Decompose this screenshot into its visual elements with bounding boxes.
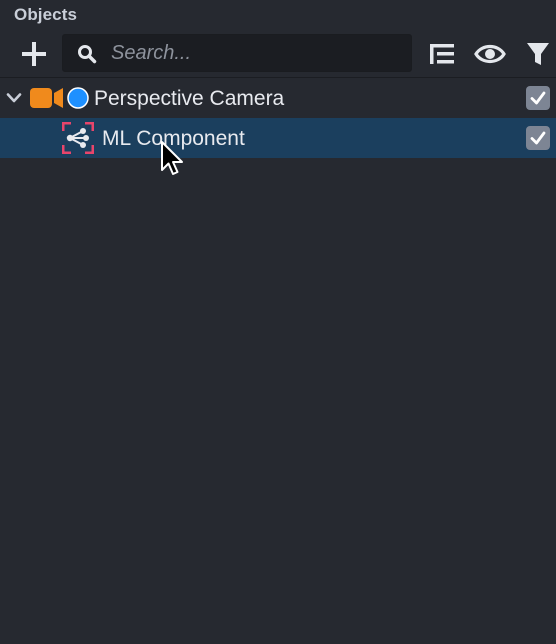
tree-item-label: ML Component [102,127,245,150]
tree-row-ml-component[interactable]: ML Component [0,118,556,158]
checkmark-icon [530,91,546,105]
ml-component-icon [62,122,94,154]
add-object-button[interactable] [20,40,48,68]
hierarchy-view-button[interactable] [428,40,456,68]
objects-toolbar [0,30,556,76]
visibility-toggle-button[interactable] [474,40,506,68]
panel-title: Objects [14,5,78,24]
objects-panel: Objects Search... Perspective Camera ML … [0,0,556,644]
filter-button[interactable] [524,40,552,68]
search-input[interactable] [111,39,401,67]
chevron-down-icon [6,93,22,103]
eye-icon [474,44,506,64]
filter-icon [527,43,549,65]
plus-icon [22,42,46,66]
enabled-checkbox[interactable] [526,86,550,110]
camera-icon [30,88,63,108]
expand-toggle[interactable] [6,90,22,106]
search-icon [78,45,97,64]
tree-row-perspective-camera[interactable]: Perspective Camera [0,78,556,118]
enabled-checkbox[interactable] [526,126,550,150]
hierarchy-icon [430,44,454,64]
tree-item-label: Perspective Camera [94,87,285,110]
layer-dot-icon [67,87,89,109]
checkmark-icon [530,131,546,145]
search-box[interactable] [62,34,412,72]
